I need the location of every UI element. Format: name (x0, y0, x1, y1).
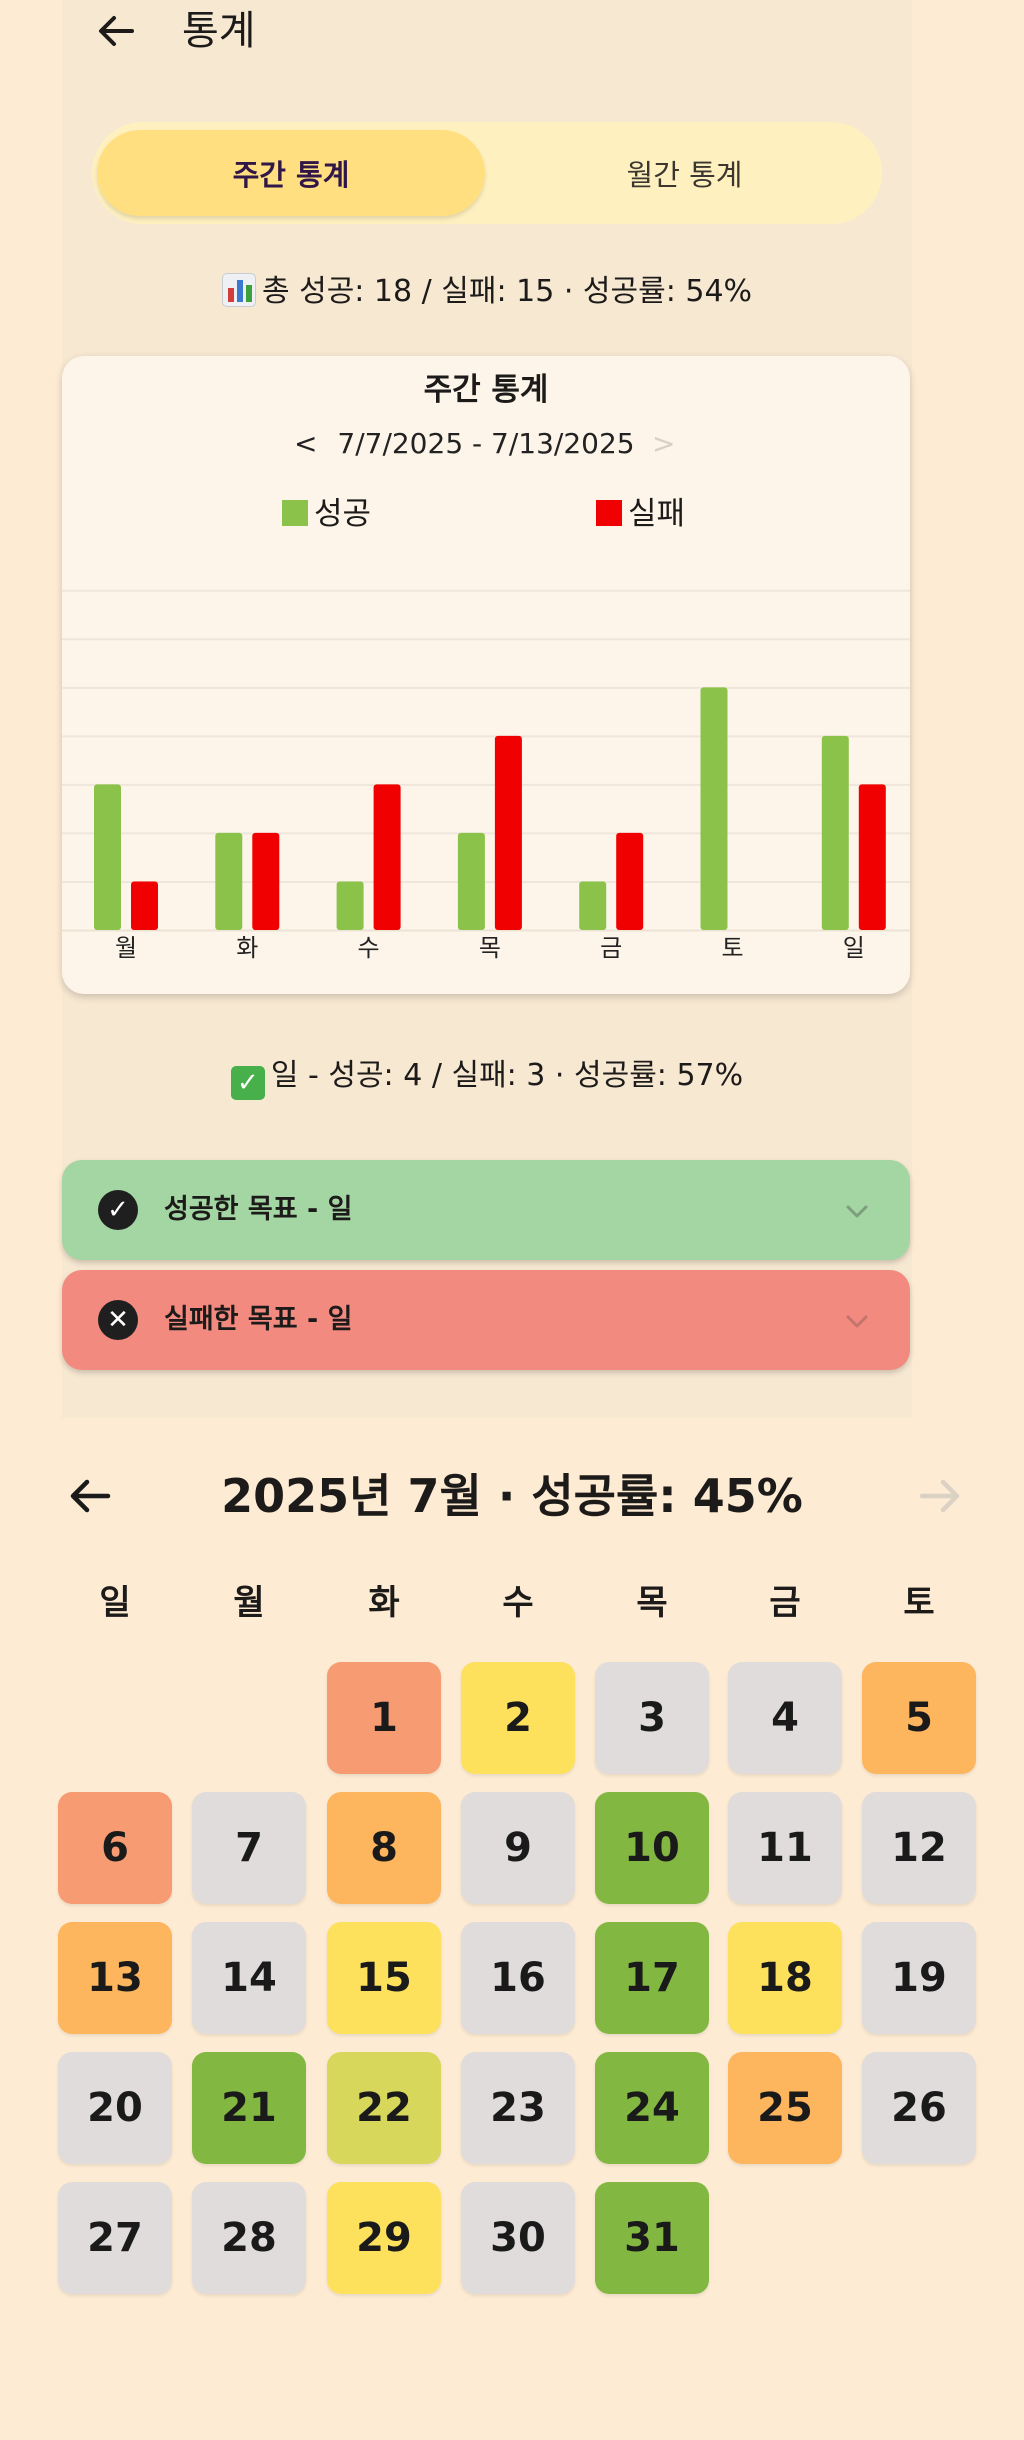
legend-success-swatch (282, 500, 308, 526)
x-tick-label: 일 (843, 934, 865, 962)
total-summary-text: 총 성공: 18 / 실패: 15 · 성공률: 54% (261, 274, 753, 309)
bar-success (579, 881, 607, 930)
bar-success (821, 735, 849, 930)
calendar-day[interactable]: 4 (728, 1662, 842, 1774)
calendar-day[interactable]: 7 (192, 1792, 306, 1904)
chevron-down-icon (846, 1205, 868, 1218)
day-summary-text: 일 - 성공: 4 / 실패: 3 · 성공률: 57% (270, 1058, 744, 1093)
calendar-day[interactable]: 6 (58, 1792, 172, 1904)
bar-fail (131, 881, 158, 930)
x-tick-label: 월 (115, 934, 137, 962)
legend-fail-swatch (596, 500, 622, 526)
back-button[interactable] (92, 10, 140, 52)
calendar-day[interactable]: 20 (58, 2052, 172, 2164)
calendar-day[interactable]: 31 (595, 2182, 709, 2294)
calendar-day[interactable]: 9 (461, 1792, 575, 1904)
bar-success (94, 784, 121, 930)
bar-success (457, 832, 485, 930)
calendar-day[interactable]: 10 (595, 1792, 709, 1904)
app-bar: 통계 (62, 0, 912, 62)
x-tick-label: 금 (600, 934, 622, 962)
calendar-header: 2025년 7월 · 성공률: 45% (0, 1456, 1024, 1536)
x-tick-label: 목 (479, 934, 501, 962)
calendar-day[interactable]: 21 (192, 2052, 306, 2164)
calendar-day[interactable]: 11 (728, 1792, 842, 1904)
calendar-title: 2025년 7월 · 성공률: 45% (221, 1469, 803, 1523)
calendar-day[interactable]: 28 (192, 2182, 306, 2294)
calendar-day[interactable]: 26 (862, 2052, 976, 2164)
bar-chart-icon (221, 273, 256, 307)
bar-fail (252, 832, 280, 930)
calendar-day[interactable]: 12 (862, 1792, 976, 1904)
day-summary: ✓ 일 - 성공: 4 / 실패: 3 · 성공률: 57% (62, 1056, 912, 1100)
next-month-button[interactable] (912, 1472, 968, 1520)
page-title: 통계 (182, 8, 256, 54)
x-tick-label: 수 (358, 934, 380, 962)
arrow-right-icon (919, 1479, 960, 1513)
x-circle-icon: ✕ (98, 1300, 138, 1340)
period-tabs: 주간 통계 월간 통계 (92, 122, 882, 224)
tab-weekly[interactable]: 주간 통계 (97, 130, 485, 216)
bar-success (336, 881, 364, 930)
next-week-button[interactable]: > (652, 422, 675, 466)
failed-goals-label: 실패한 목표 - 일 (164, 1304, 353, 1335)
calendar-day[interactable]: 2 (461, 1662, 575, 1774)
weekday-label: 화 (368, 1583, 400, 1623)
legend-success-label: 성공 (314, 496, 372, 532)
calendar-day[interactable]: 8 (327, 1792, 441, 1904)
calendar-day[interactable]: 16 (461, 1922, 575, 2034)
success-goals-label: 성공한 목표 - 일 (164, 1194, 353, 1225)
weekday-label: 금 (769, 1583, 801, 1623)
legend-fail: 실패 (596, 494, 685, 534)
weekly-chart-card: 주간 통계 < 7/7/2025 - 7/13/2025 > 성공 실패 월 화 수… (62, 356, 910, 994)
calendar-day[interactable]: 13 (58, 1922, 172, 2034)
week-range: 7/7/2025 - 7/13/2025 (337, 427, 635, 460)
bar-fail (616, 832, 644, 930)
weekday-label: 목 (636, 1583, 668, 1623)
calendar-day[interactable]: 14 (192, 1922, 306, 2034)
calendar-day[interactable]: 18 (728, 1922, 842, 2034)
success-goals-expander[interactable]: ✓ 성공한 목표 - 일 (62, 1160, 910, 1260)
bar-chart: 월화수목금토일 (62, 589, 910, 962)
calendar-day[interactable]: 30 (461, 2182, 575, 2294)
weekday-label: 월 (233, 1583, 265, 1623)
chevron-down-icon (846, 1315, 868, 1328)
weekday-label: 수 (502, 1583, 534, 1623)
tab-monthly[interactable]: 월간 통계 (492, 130, 877, 216)
check-circle-icon: ✓ (98, 1190, 138, 1230)
calendar-day[interactable]: 19 (862, 1922, 976, 2034)
calendar-day[interactable]: 5 (862, 1662, 976, 1774)
chart-title: 주간 통계 (423, 372, 549, 408)
legend-fail-label: 실패 (628, 496, 686, 532)
arrow-left-icon (99, 16, 134, 46)
calendar-day[interactable]: 24 (595, 2052, 709, 2164)
calendar-day[interactable]: 25 (728, 2052, 842, 2164)
week-navigator: < 7/7/2025 - 7/13/2025 > (62, 422, 910, 466)
bar-success (700, 687, 728, 930)
failed-goals-expander[interactable]: ✕ 실패한 목표 - 일 (62, 1270, 910, 1370)
calendar-day[interactable]: 17 (595, 1922, 709, 2034)
bar-fail (373, 784, 401, 930)
calendar-day[interactable]: 22 (327, 2052, 441, 2164)
weekday-label: 일 (99, 1583, 131, 1623)
total-summary: 총 성공: 18 / 실패: 15 · 성공률: 54% (62, 272, 912, 312)
bar-fail (858, 784, 886, 930)
calendar-day[interactable]: 1 (327, 1662, 441, 1774)
x-tick-label: 토 (721, 934, 743, 962)
calendar-day[interactable]: 27 (58, 2182, 172, 2294)
x-tick-label: 화 (236, 934, 258, 962)
weekday-label: 토 (903, 1583, 935, 1623)
calendar-day[interactable]: 15 (327, 1922, 441, 2034)
bar-success (215, 832, 243, 930)
weekly-stats-screen: 통계 주간 통계 월간 통계 총 성공: 18 / 실패: 15 · 성공률: … (62, 0, 912, 1418)
check-mark-icon: ✓ (230, 1066, 265, 1100)
calendar-day[interactable]: 29 (327, 2182, 441, 2294)
calendar-day[interactable]: 3 (595, 1662, 709, 1774)
legend-success: 성공 (282, 494, 371, 534)
bar-fail (494, 735, 522, 930)
calendar-day[interactable]: 23 (461, 2052, 575, 2164)
